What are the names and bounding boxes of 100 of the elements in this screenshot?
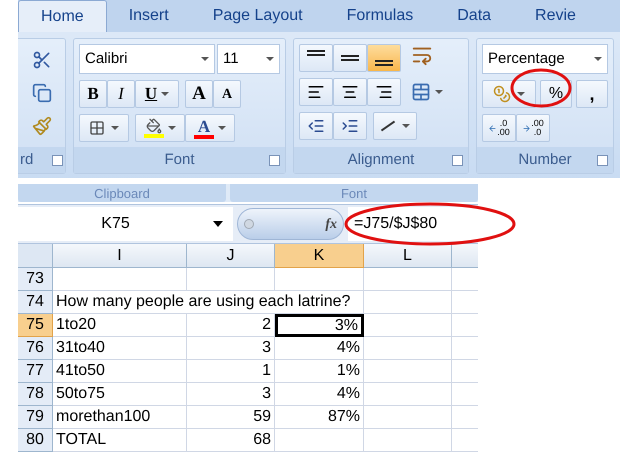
paintbrush-icon[interactable]: [32, 116, 52, 136]
formula-bar-handle[interactable]: fx: [237, 208, 344, 240]
table-cell: 41to50: [53, 360, 187, 383]
annotation-ellipse: [510, 68, 572, 108]
arrow-left-icon: [488, 124, 498, 132]
align-left-button[interactable]: [299, 78, 333, 106]
column-header[interactable]: L: [364, 244, 452, 268]
paint-bucket-icon: [146, 118, 162, 134]
dialog-launcher-icon[interactable]: [52, 154, 63, 166]
table-cell: 2: [187, 314, 275, 337]
fill-color-swatch: [144, 134, 164, 138]
row-header[interactable]: 74: [18, 291, 53, 314]
table-cell: 31to40: [53, 337, 187, 360]
align-right-icon: [375, 83, 393, 101]
accounting-button[interactable]: [482, 80, 536, 108]
font-color-button[interactable]: A: [185, 114, 235, 142]
shrink-font-button[interactable]: A: [213, 80, 241, 108]
caret-icon[interactable]: [266, 57, 274, 61]
vertical-align-button[interactable]: [367, 44, 401, 72]
table-cell: 4%: [275, 337, 364, 360]
dialog-launcher-icon[interactable]: [452, 155, 463, 166]
scissors-icon[interactable]: [32, 50, 52, 70]
table-cell: 1%: [275, 360, 364, 383]
number-format-dropdown[interactable]: Percentage: [482, 44, 608, 74]
table-cell: 3: [187, 383, 275, 406]
row-header[interactable]: 78: [18, 383, 53, 406]
italic-button[interactable]: I: [107, 80, 135, 108]
row-header[interactable]: 75: [18, 314, 53, 337]
group-label-strip: Font: [230, 184, 478, 202]
lines-icon: [375, 60, 393, 66]
align-right-button[interactable]: [367, 78, 401, 106]
comma-button[interactable]: ,: [576, 80, 608, 108]
merge-cells-icon[interactable]: [411, 82, 431, 102]
function-icon[interactable]: fx: [325, 214, 337, 234]
table-cell: morethan100: [53, 406, 187, 429]
caret-icon[interactable]: [201, 57, 209, 61]
active-cell[interactable]: 3%: [275, 314, 364, 337]
vertical-align-button[interactable]: [299, 44, 333, 72]
grow-font-button[interactable]: A: [185, 80, 213, 108]
caret-icon[interactable]: [168, 126, 176, 130]
column-header[interactable]: K: [275, 244, 364, 268]
caret-icon[interactable]: [111, 126, 119, 130]
table-cell: 50to75: [53, 383, 187, 406]
row-header[interactable]: 79: [18, 406, 53, 429]
dialog-launcher-icon[interactable]: [269, 155, 280, 166]
dialog-launcher-icon[interactable]: [597, 155, 608, 166]
row-header[interactable]: 80: [18, 429, 53, 452]
orientation-button[interactable]: [373, 112, 417, 140]
decrease-indent-icon: [307, 117, 325, 135]
arrow-right-icon: [522, 124, 532, 132]
formula-field[interactable]: =J75/$J$80: [348, 207, 478, 241]
table-cell: 4%: [275, 383, 364, 406]
group-label-strip: Clipboard: [18, 184, 226, 202]
table-cell: 87%: [275, 406, 364, 429]
borders-icon: [89, 120, 105, 136]
column-header[interactable]: I: [53, 244, 187, 268]
copy-icon[interactable]: [32, 82, 52, 103]
bold-button[interactable]: B: [79, 80, 107, 108]
table-cell: 1: [187, 360, 275, 383]
font-size-dropdown[interactable]: 11: [217, 44, 280, 74]
borders-button[interactable]: [79, 114, 129, 142]
align-left-icon: [307, 83, 325, 101]
group-label: rd: [20, 150, 34, 170]
table-cell: How many people are using each latrine?: [53, 291, 364, 314]
table-cell: 1to20: [53, 314, 187, 337]
caret-icon[interactable]: [218, 126, 226, 130]
increase-indent-button[interactable]: [333, 112, 367, 140]
caret-icon[interactable]: [402, 124, 410, 128]
fill-color-button[interactable]: [135, 114, 185, 142]
caret-icon[interactable]: [161, 92, 170, 96]
ribbon-tab[interactable]: Formulas: [324, 0, 436, 32]
increase-decimal-button[interactable]: .0 .00: [482, 114, 516, 142]
group-label: Number: [518, 150, 572, 170]
ribbon-tab[interactable]: Home: [18, 0, 107, 32]
align-center-icon: [341, 83, 359, 101]
ribbon-tab[interactable]: Page Layout: [190, 0, 325, 32]
vertical-align-button[interactable]: [333, 44, 367, 72]
align-center-button[interactable]: [333, 78, 367, 106]
decrease-indent-button[interactable]: [299, 112, 333, 140]
ribbon-tab[interactable]: Data: [435, 0, 514, 32]
row-header[interactable]: 76: [18, 337, 53, 360]
caret-icon[interactable]: [594, 57, 602, 61]
lines-icon: [341, 55, 359, 61]
row-header[interactable]: 77: [18, 360, 53, 383]
lines-icon: [307, 50, 325, 56]
group-label: Font: [164, 150, 194, 170]
caret-icon[interactable]: [435, 90, 443, 94]
table-cell: 59: [187, 406, 275, 429]
font-color-swatch: [194, 134, 214, 138]
group-label: Alignment: [348, 150, 414, 170]
row-header[interactable]: 73: [18, 268, 53, 291]
caret-icon[interactable]: [517, 92, 525, 96]
increase-indent-icon: [341, 117, 359, 135]
ribbon-tab[interactable]: Revie: [513, 0, 598, 32]
ribbon-tab[interactable]: Insert: [106, 0, 191, 32]
column-header[interactable]: J: [187, 244, 275, 268]
font-name-dropdown[interactable]: Calibri: [79, 44, 215, 74]
underline-button[interactable]: U: [135, 80, 179, 108]
name-box[interactable]: K75: [18, 207, 233, 241]
decrease-decimal-button[interactable]: .00 .0: [516, 114, 550, 142]
